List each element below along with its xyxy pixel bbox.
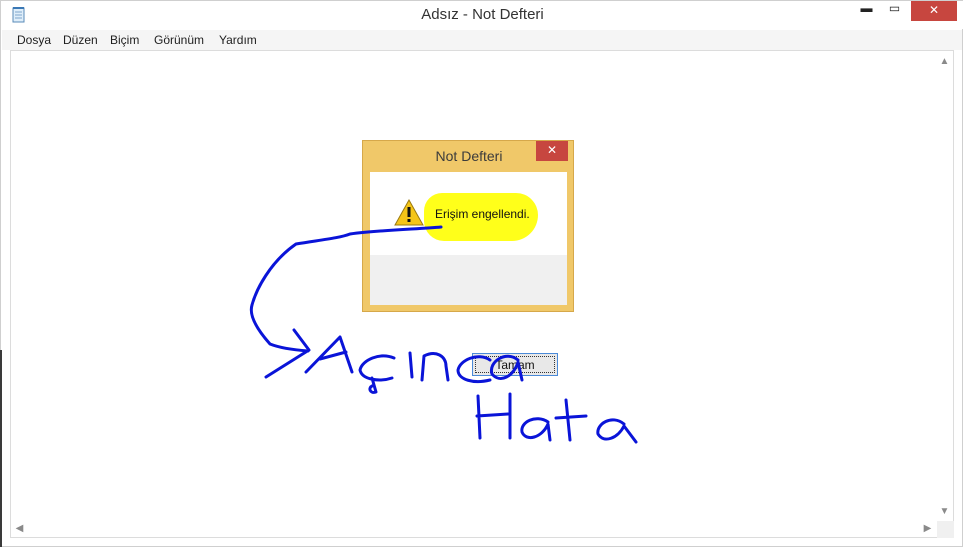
menu-dosya[interactable]: Dosya [17, 33, 51, 47]
ok-button[interactable]: Tamam [472, 353, 558, 376]
menu-bicim[interactable]: Biçim [110, 33, 139, 47]
dialog-footer: Tamam [370, 255, 567, 376]
horizontal-scrollbar[interactable]: ◀ ▶ [11, 521, 937, 537]
error-message: Erişim engellendi. [435, 207, 530, 221]
dialog-close-button[interactable]: ✕ [536, 141, 568, 161]
menu-duzen[interactable]: Düzen [63, 33, 98, 47]
warning-icon [394, 199, 424, 226]
error-dialog: Not Defteri ✕ Erişim engellendi. Tamam [362, 140, 574, 376]
background-window-edge [0, 350, 2, 547]
menu-gorunum[interactable]: Görünüm [154, 33, 204, 47]
menu-bar: Dosya Düzen Biçim Görünüm Yardım [2, 30, 962, 50]
scroll-right-arrow[interactable]: ▶ [919, 523, 936, 534]
scroll-down-arrow[interactable]: ▼ [936, 506, 953, 517]
size-grip[interactable] [937, 521, 954, 538]
vertical-scrollbar[interactable]: ▲ ▼ [936, 52, 953, 521]
maximize-button[interactable]: ▭ [881, 1, 908, 21]
scroll-up-arrow[interactable]: ▲ [936, 56, 953, 67]
scroll-left-arrow[interactable]: ◀ [11, 523, 28, 534]
window-title: Adsız - Not Defteri [421, 6, 544, 23]
dialog-body: Erişim engellendi. Tamam [370, 172, 567, 376]
menu-yardim[interactable]: Yardım [219, 33, 257, 47]
close-button[interactable]: ✕ [911, 1, 957, 21]
minimize-button[interactable]: ▬ [853, 1, 880, 21]
title-bar[interactable]: Adsız - Not Defteri ▬ ▭ ✕ [1, 1, 963, 29]
